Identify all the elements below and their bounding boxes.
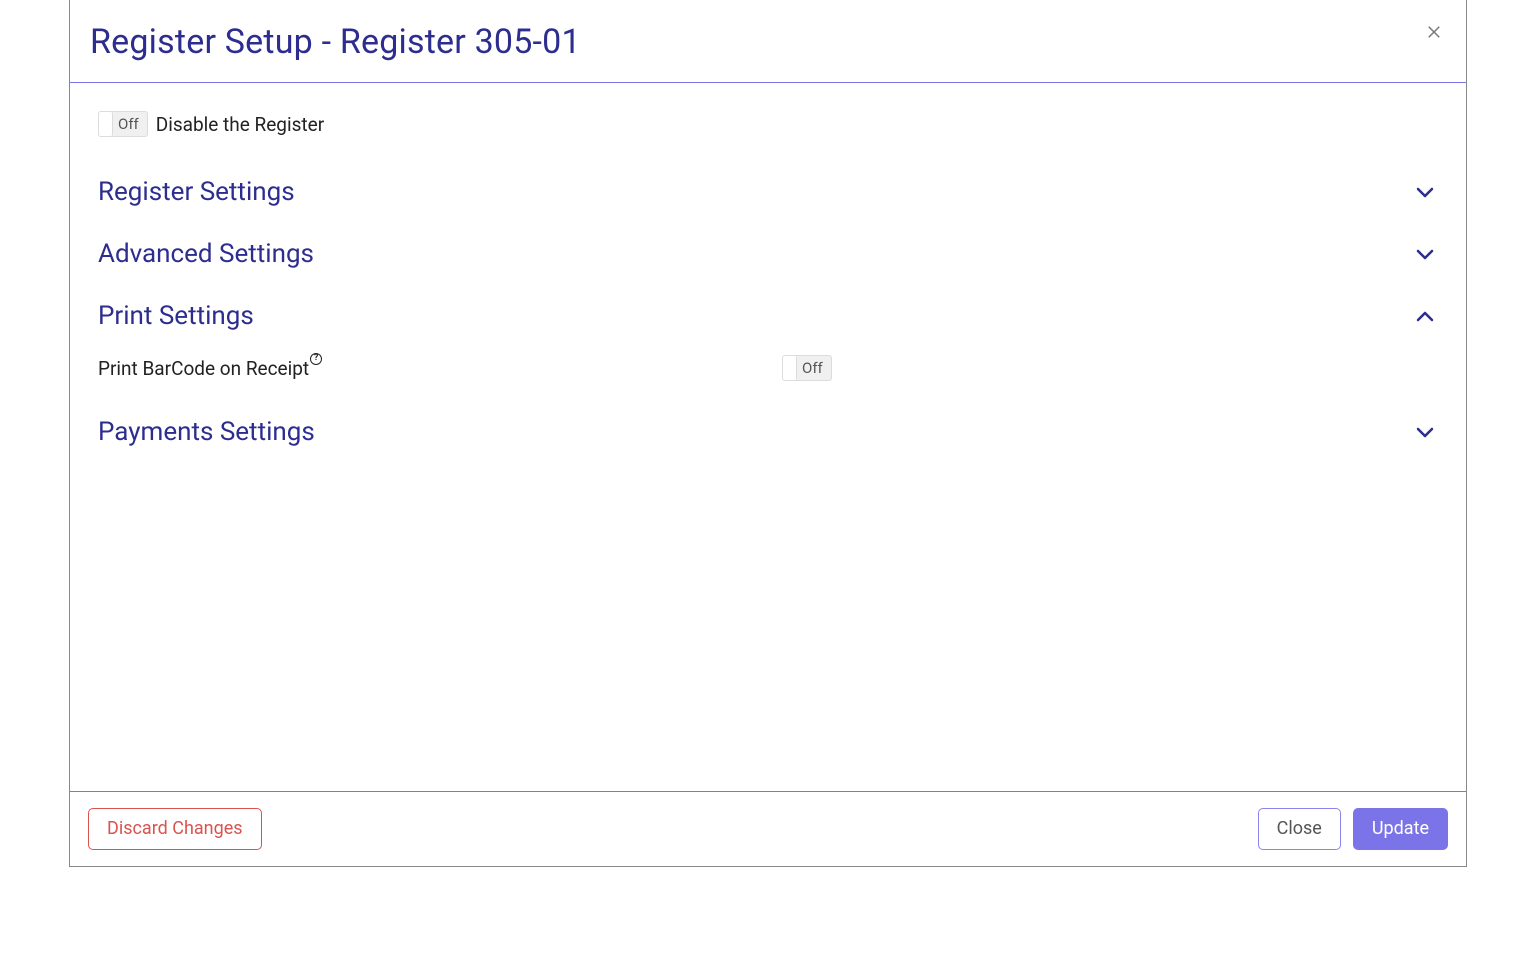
- section-title-advanced: Advanced Settings: [98, 239, 314, 269]
- discard-changes-button[interactable]: Discard Changes: [88, 808, 262, 850]
- print-barcode-label-wrap: Print BarCode on Receipt ?: [98, 357, 782, 380]
- modal-title: Register Setup - Register 305-01: [90, 22, 581, 62]
- print-settings-content: Print BarCode on Receipt ? Off: [98, 347, 1438, 401]
- toggle-state-label: Off: [797, 356, 831, 380]
- disable-register-toggle[interactable]: Off: [98, 111, 148, 137]
- register-setup-modal: Register Setup - Register 305-01 Off Dis…: [69, 0, 1467, 867]
- disable-register-row: Off Disable the Register: [98, 111, 1438, 137]
- print-barcode-row: Print BarCode on Receipt ? Off: [98, 355, 1438, 381]
- section-title-register: Register Settings: [98, 177, 295, 207]
- chevron-down-icon: [1412, 419, 1438, 445]
- close-button[interactable]: Close: [1258, 808, 1341, 850]
- modal-header: Register Setup - Register 305-01: [70, 0, 1466, 83]
- section-advanced-settings[interactable]: Advanced Settings: [98, 223, 1438, 285]
- toggle-knob: [783, 356, 797, 380]
- toggle-state-label: Off: [113, 112, 147, 136]
- section-title-print: Print Settings: [98, 301, 254, 331]
- update-button[interactable]: Update: [1353, 808, 1448, 850]
- print-barcode-toggle[interactable]: Off: [782, 355, 832, 381]
- section-register-settings[interactable]: Register Settings: [98, 161, 1438, 223]
- chevron-up-icon: [1412, 303, 1438, 329]
- print-barcode-label: Print BarCode on Receipt: [98, 357, 309, 380]
- section-payments-settings[interactable]: Payments Settings: [98, 401, 1438, 463]
- section-title-payments: Payments Settings: [98, 417, 315, 447]
- disable-register-label: Disable the Register: [156, 113, 324, 136]
- chevron-down-icon: [1412, 179, 1438, 205]
- toggle-knob: [99, 112, 113, 136]
- help-icon[interactable]: ?: [310, 353, 322, 365]
- chevron-down-icon: [1412, 241, 1438, 267]
- modal-body: Off Disable the Register Register Settin…: [70, 83, 1466, 791]
- section-print-settings[interactable]: Print Settings: [98, 285, 1438, 347]
- modal-footer: Discard Changes Close Update: [70, 791, 1466, 866]
- close-icon[interactable]: [1422, 20, 1446, 44]
- footer-right-buttons: Close Update: [1258, 808, 1448, 850]
